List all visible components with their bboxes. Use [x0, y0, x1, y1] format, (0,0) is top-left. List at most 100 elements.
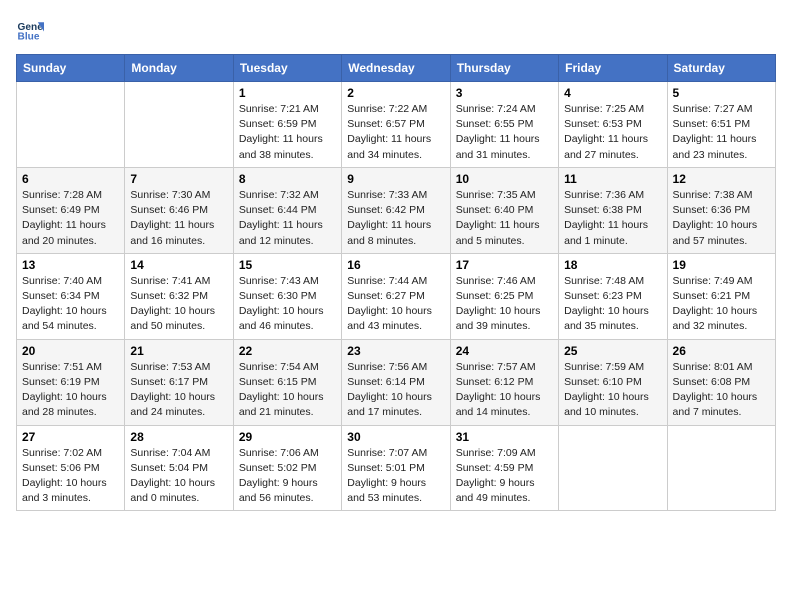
day-info: Sunrise: 7:04 AMSunset: 5:04 PMDaylight:… [130, 446, 227, 507]
day-info: Sunrise: 7:56 AMSunset: 6:14 PMDaylight:… [347, 360, 444, 421]
day-number: 18 [564, 258, 661, 272]
day-number: 29 [239, 430, 336, 444]
calendar-cell: 9 Sunrise: 7:33 AMSunset: 6:42 PMDaylight… [342, 167, 450, 253]
day-info: Sunrise: 7:33 AMSunset: 6:42 PMDaylight:… [347, 188, 444, 249]
day-info: Sunrise: 7:43 AMSunset: 6:30 PMDaylight:… [239, 274, 336, 335]
calendar-cell: 30 Sunrise: 7:07 AMSunset: 5:01 PMDayligh… [342, 425, 450, 511]
day-info: Sunrise: 7:24 AMSunset: 6:55 PMDaylight:… [456, 102, 553, 163]
day-info: Sunrise: 7:46 AMSunset: 6:25 PMDaylight:… [456, 274, 553, 335]
day-info: Sunrise: 7:06 AMSunset: 5:02 PMDaylight:… [239, 446, 336, 507]
calendar-cell: 12Sunrise: 7:38 AMSunset: 6:36 PMDayligh… [667, 167, 775, 253]
day-number: 3 [456, 86, 553, 100]
day-number: 26 [673, 344, 770, 358]
calendar-cell: 21 Sunrise: 7:53 AMSunset: 6:17 PMDayligh… [125, 339, 233, 425]
day-number: 1 [239, 86, 336, 100]
calendar-cell: 3 Sunrise: 7:24 AMSunset: 6:55 PMDaylight… [450, 82, 558, 168]
calendar-cell: 19 Sunrise: 7:49 AMSunset: 6:21 PMDayligh… [667, 253, 775, 339]
day-number: 17 [456, 258, 553, 272]
day-number: 15 [239, 258, 336, 272]
weekday-header-cell: Friday [559, 55, 667, 82]
weekday-header-cell: Monday [125, 55, 233, 82]
calendar-cell: 2 Sunrise: 7:22 AMSunset: 6:57 PMDaylight… [342, 82, 450, 168]
calendar-cell: 5 Sunrise: 7:27 AMSunset: 6:51 PMDaylight… [667, 82, 775, 168]
weekday-header-cell: Wednesday [342, 55, 450, 82]
day-number: 16 [347, 258, 444, 272]
calendar-cell: 31Sunrise: 7:09 AMSunset: 4:59 PMDayligh… [450, 425, 558, 511]
day-info: Sunrise: 7:21 AMSunset: 6:59 PMDaylight:… [239, 102, 336, 163]
day-info: Sunrise: 7:41 AMSunset: 6:32 PMDaylight:… [130, 274, 227, 335]
day-info: Sunrise: 7:07 AMSunset: 5:01 PMDaylight:… [347, 446, 444, 507]
calendar-table: SundayMondayTuesdayWednesdayThursdayFrid… [16, 54, 776, 511]
day-info: Sunrise: 7:32 AMSunset: 6:44 PMDaylight:… [239, 188, 336, 249]
day-number: 31 [456, 430, 553, 444]
day-info: Sunrise: 7:27 AMSunset: 6:51 PMDaylight:… [673, 102, 770, 163]
calendar-cell: 20 Sunrise: 7:51 AMSunset: 6:19 PMDayligh… [17, 339, 125, 425]
day-number: 5 [673, 86, 770, 100]
calendar-cell: 13Sunrise: 7:40 AMSunset: 6:34 PMDayligh… [17, 253, 125, 339]
logo-icon: General Blue [16, 16, 44, 44]
day-info: Sunrise: 7:28 AMSunset: 6:49 PMDaylight:… [22, 188, 119, 249]
day-info: Sunrise: 7:57 AMSunset: 6:12 PMDaylight:… [456, 360, 553, 421]
calendar-cell: 27 Sunrise: 7:02 AMSunset: 5:06 PMDayligh… [17, 425, 125, 511]
day-number: 28 [130, 430, 227, 444]
day-number: 6 [22, 172, 119, 186]
day-info: Sunrise: 7:53 AMSunset: 6:17 PMDaylight:… [130, 360, 227, 421]
calendar-cell: 22Sunrise: 7:54 AMSunset: 6:15 PMDayligh… [233, 339, 341, 425]
day-number: 2 [347, 86, 444, 100]
calendar-week-row: 27 Sunrise: 7:02 AMSunset: 5:06 PMDayligh… [17, 425, 776, 511]
day-number: 10 [456, 172, 553, 186]
day-number: 14 [130, 258, 227, 272]
calendar-week-row: 13Sunrise: 7:40 AMSunset: 6:34 PMDayligh… [17, 253, 776, 339]
calendar-week-row: 20 Sunrise: 7:51 AMSunset: 6:19 PMDayligh… [17, 339, 776, 425]
calendar-cell: 8 Sunrise: 7:32 AMSunset: 6:44 PMDaylight… [233, 167, 341, 253]
day-number: 4 [564, 86, 661, 100]
calendar-cell: 16Sunrise: 7:44 AMSunset: 6:27 PMDayligh… [342, 253, 450, 339]
calendar-cell [667, 425, 775, 511]
logo: General Blue [16, 16, 48, 44]
svg-text:Blue: Blue [18, 31, 40, 42]
day-number: 27 [22, 430, 119, 444]
calendar-cell: 7Sunrise: 7:30 AMSunset: 6:46 PMDaylight… [125, 167, 233, 253]
calendar-cell: 28 Sunrise: 7:04 AMSunset: 5:04 PMDayligh… [125, 425, 233, 511]
calendar-cell: 17 Sunrise: 7:46 AMSunset: 6:25 PMDayligh… [450, 253, 558, 339]
day-number: 8 [239, 172, 336, 186]
calendar-cell: 4 Sunrise: 7:25 AMSunset: 6:53 PMDaylight… [559, 82, 667, 168]
calendar-cell: 14 Sunrise: 7:41 AMSunset: 6:32 PMDayligh… [125, 253, 233, 339]
day-info: Sunrise: 7:22 AMSunset: 6:57 PMDaylight:… [347, 102, 444, 163]
day-number: 25 [564, 344, 661, 358]
calendar-cell: 18 Sunrise: 7:48 AMSunset: 6:23 PMDayligh… [559, 253, 667, 339]
day-info: Sunrise: 7:38 AMSunset: 6:36 PMDaylight:… [673, 188, 770, 249]
weekday-header-cell: Tuesday [233, 55, 341, 82]
day-number: 21 [130, 344, 227, 358]
day-info: Sunrise: 7:25 AMSunset: 6:53 PMDaylight:… [564, 102, 661, 163]
weekday-header-cell: Sunday [17, 55, 125, 82]
calendar-cell: 6 Sunrise: 7:28 AMSunset: 6:49 PMDaylight… [17, 167, 125, 253]
weekday-header-cell: Thursday [450, 55, 558, 82]
calendar-cell [559, 425, 667, 511]
calendar-cell: 10Sunrise: 7:35 AMSunset: 6:40 PMDayligh… [450, 167, 558, 253]
day-info: Sunrise: 7:36 AMSunset: 6:38 PMDaylight:… [564, 188, 661, 249]
day-info: Sunrise: 7:59 AMSunset: 6:10 PMDaylight:… [564, 360, 661, 421]
weekday-header-cell: Saturday [667, 55, 775, 82]
day-info: Sunrise: 8:01 AMSunset: 6:08 PMDaylight:… [673, 360, 770, 421]
day-info: Sunrise: 7:02 AMSunset: 5:06 PMDaylight:… [22, 446, 119, 507]
day-info: Sunrise: 7:48 AMSunset: 6:23 PMDaylight:… [564, 274, 661, 335]
day-number: 19 [673, 258, 770, 272]
day-number: 20 [22, 344, 119, 358]
day-info: Sunrise: 7:51 AMSunset: 6:19 PMDaylight:… [22, 360, 119, 421]
day-number: 24 [456, 344, 553, 358]
day-number: 9 [347, 172, 444, 186]
calendar-cell: 25 Sunrise: 7:59 AMSunset: 6:10 PMDayligh… [559, 339, 667, 425]
calendar-cell: 26 Sunrise: 8:01 AMSunset: 6:08 PMDayligh… [667, 339, 775, 425]
calendar-week-row: 6 Sunrise: 7:28 AMSunset: 6:49 PMDaylight… [17, 167, 776, 253]
calendar-cell [17, 82, 125, 168]
day-info: Sunrise: 7:54 AMSunset: 6:15 PMDaylight:… [239, 360, 336, 421]
day-number: 23 [347, 344, 444, 358]
day-number: 30 [347, 430, 444, 444]
header: General Blue [16, 16, 776, 44]
day-info: Sunrise: 7:49 AMSunset: 6:21 PMDaylight:… [673, 274, 770, 335]
calendar-week-row: 1 Sunrise: 7:21 AMSunset: 6:59 PMDaylight… [17, 82, 776, 168]
calendar-cell: 11Sunrise: 7:36 AMSunset: 6:38 PMDayligh… [559, 167, 667, 253]
day-number: 13 [22, 258, 119, 272]
calendar-cell: 15 Sunrise: 7:43 AMSunset: 6:30 PMDayligh… [233, 253, 341, 339]
